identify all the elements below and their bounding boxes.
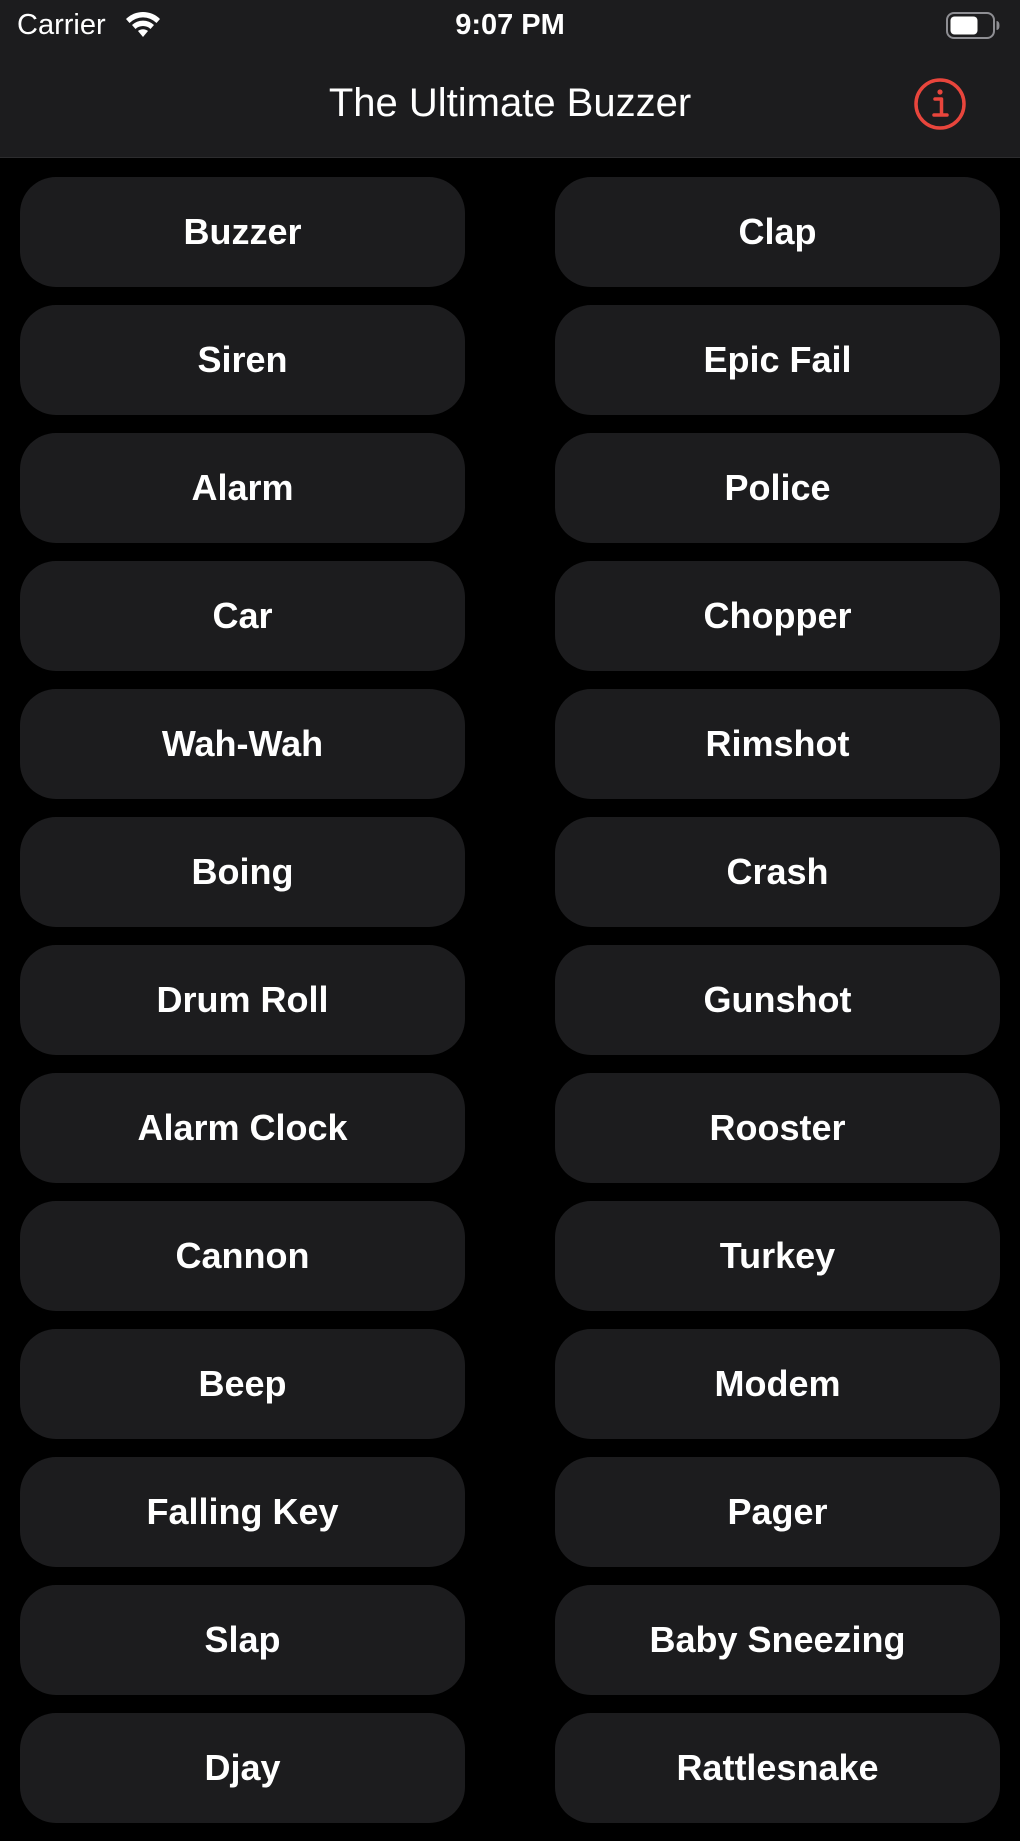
sound-button-beep[interactable]: Beep xyxy=(20,1329,465,1439)
sound-button-boing[interactable]: Boing xyxy=(20,817,465,927)
sound-button-wah-wah[interactable]: Wah-Wah xyxy=(20,689,465,799)
sound-button-row: Wah-Wah Rimshot xyxy=(20,689,1000,799)
status-time: 9:07 PM xyxy=(455,9,565,41)
sound-button-police[interactable]: Police xyxy=(555,433,1000,543)
sound-button-row: Boing Crash xyxy=(20,817,1000,927)
sound-button-gunshot[interactable]: Gunshot xyxy=(555,945,1000,1055)
sound-button-row: Alarm Clock Rooster xyxy=(20,1073,1000,1183)
sound-button-alarm-clock[interactable]: Alarm Clock xyxy=(20,1073,465,1183)
sound-button-rattlesnake[interactable]: Rattlesnake xyxy=(555,1713,1000,1823)
sound-button-row: Slap Baby Sneezing xyxy=(20,1585,1000,1695)
info-icon[interactable] xyxy=(912,76,968,132)
sound-button-row: Siren Epic Fail xyxy=(20,305,1000,415)
page-title: The Ultimate Buzzer xyxy=(328,81,692,125)
sound-button-turkey[interactable]: Turkey xyxy=(555,1201,1000,1311)
sound-button-siren[interactable]: Siren xyxy=(20,305,465,415)
sound-button-slap[interactable]: Slap xyxy=(20,1585,465,1695)
sound-button-modem[interactable]: Modem xyxy=(555,1329,1000,1439)
sound-button-drum-roll[interactable]: Drum Roll xyxy=(20,945,465,1055)
sound-button-row: Car Chopper xyxy=(20,561,1000,671)
sound-button-row: Beep Modem xyxy=(20,1329,1000,1439)
sound-button-crash[interactable]: Crash xyxy=(555,817,1000,927)
sound-button-rooster[interactable]: Rooster xyxy=(555,1073,1000,1183)
sound-button-grid: Buzzer Clap Siren Epic Fail Alarm Police Car Ch… xyxy=(20,177,1000,1841)
sound-button-chopper[interactable]: Chopper xyxy=(555,561,1000,671)
sound-button-djay[interactable]: Djay xyxy=(20,1713,465,1823)
sound-button-row: Alarm Police xyxy=(20,433,1000,543)
sound-button-falling-key[interactable]: Falling Key xyxy=(20,1457,465,1567)
sound-button-row: Cannon Turkey xyxy=(20,1201,1000,1311)
sound-button-cannon[interactable]: Cannon xyxy=(20,1201,465,1311)
sound-button-clap[interactable]: Clap xyxy=(555,177,1000,287)
sound-button-epic-fail[interactable]: Epic Fail xyxy=(555,305,1000,415)
sound-button-row: Falling Key Pager xyxy=(20,1457,1000,1567)
sound-button-baby-sneezing[interactable]: Baby Sneezing xyxy=(555,1585,1000,1695)
status-bar: Carrier 9:07 PM xyxy=(0,0,1020,52)
sound-button-row: Djay Rattlesnake xyxy=(20,1713,1000,1823)
sound-button-rimshot[interactable]: Rimshot xyxy=(555,689,1000,799)
sound-button-car[interactable]: Car xyxy=(20,561,465,671)
sound-button-buzzer[interactable]: Buzzer xyxy=(20,177,465,287)
sound-button-row: Buzzer Clap xyxy=(20,177,1000,287)
sound-button-alarm[interactable]: Alarm xyxy=(20,433,465,543)
sound-button-pager[interactable]: Pager xyxy=(555,1457,1000,1567)
navigation-bar: The Ultimate Buzzer xyxy=(0,52,1020,158)
battery-icon xyxy=(946,12,1000,39)
sound-button-row: Drum Roll Gunshot xyxy=(20,945,1000,1055)
